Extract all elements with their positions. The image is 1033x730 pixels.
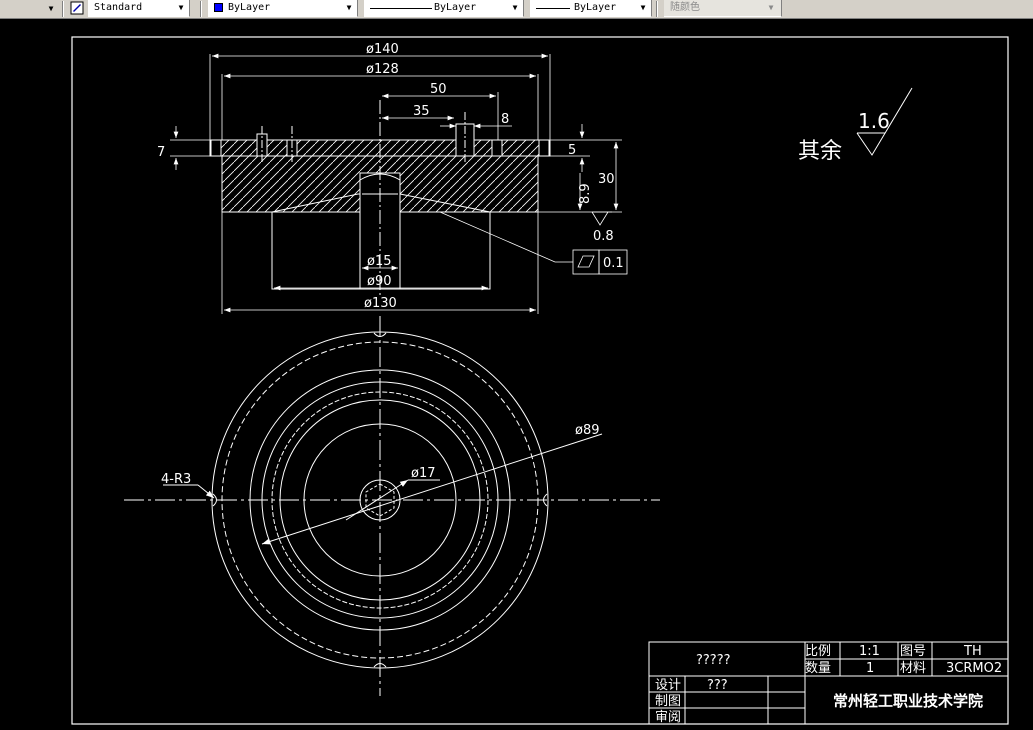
color-value: ByLayer: [228, 2, 271, 13]
material-value: 3CRMO2: [946, 661, 1002, 676]
design-value: ???: [707, 678, 728, 693]
drawing-no-label: 图号: [900, 644, 926, 659]
school-name: 常州轻工职业技术学院: [833, 692, 983, 710]
drawing-canvas[interactable]: ø140 ø128 50 35 8 7 5 30 8.9 ø15 ø90 ø13…: [0, 19, 1033, 730]
dim-5: 5: [568, 143, 576, 158]
design-label: 设计: [655, 678, 681, 693]
dim-d89: ø89: [575, 423, 600, 438]
title-block-text: ????? 比例 1:1 图号 TH 数量 1 材料 3CRMO2 设计 ???…: [655, 644, 1002, 725]
chevron-down-icon[interactable]: ▼: [342, 0, 356, 15]
roughness-note-text: 其余: [798, 139, 842, 164]
color-swatch-icon: [214, 3, 223, 12]
color-select[interactable]: ByLayer ▼: [208, 0, 358, 17]
dim-50: 50: [430, 82, 447, 97]
quantity-label: 数量: [805, 661, 831, 676]
quantity-value: 1: [866, 661, 874, 676]
linetype-value: ByLayer: [434, 2, 477, 13]
radius-note: 4-R3: [161, 472, 191, 487]
roughness-value: 1.6: [858, 109, 890, 133]
dim-d140: ø140: [366, 42, 399, 57]
dim-d130: ø130: [364, 296, 397, 311]
lineweight-value: ByLayer: [574, 2, 617, 13]
chevron-down-icon[interactable]: ▼: [764, 0, 778, 15]
dim-d90: ø90: [367, 274, 392, 289]
dropdown-arrow-icon[interactable]: ▼: [44, 1, 58, 16]
roughness-note: 其余 1.6: [798, 87, 913, 164]
plot-style-select[interactable]: 随颜色 ▼: [664, 0, 782, 17]
dim-30: 30: [598, 172, 615, 187]
dim-35: 35: [413, 104, 430, 119]
roughness-small: 0.8: [593, 229, 614, 244]
chevron-down-icon[interactable]: ▼: [636, 0, 650, 15]
toolbar-separator: [62, 1, 64, 17]
lineweight-preview: [536, 8, 570, 9]
toolbar-separator: [656, 1, 658, 17]
text-style-icon[interactable]: [70, 1, 84, 15]
part-name: ?????: [696, 653, 731, 668]
linetype-preview: [370, 8, 432, 9]
drafting-label: 制图: [655, 694, 681, 709]
properties-toolbar: ▼ Standard ▼ ByLayer ▼ ByLayer ▼ ByLayer…: [0, 0, 1033, 19]
plot-style-value: 随颜色: [670, 2, 700, 13]
scale-label: 比例: [805, 644, 831, 659]
dim-d17: ø17: [411, 466, 436, 481]
lineweight-select[interactable]: ByLayer ▼: [530, 0, 652, 17]
flatness-value: 0.1: [603, 256, 624, 271]
dim-8-9: 8.9: [578, 183, 593, 204]
dim-7: 7: [157, 145, 165, 160]
review-label: 审阅: [655, 710, 681, 725]
chevron-down-icon[interactable]: ▼: [508, 0, 522, 15]
text-style-select[interactable]: Standard ▼: [88, 0, 190, 17]
dim-8: 8: [501, 112, 509, 127]
text-style-value: Standard: [94, 2, 143, 13]
toolbar-separator: [200, 1, 202, 17]
dim-d128: ø128: [366, 62, 399, 77]
linetype-select[interactable]: ByLayer ▼: [364, 0, 524, 17]
drawing-no-value: TH: [963, 644, 982, 659]
dim-d15: ø15: [367, 254, 392, 269]
scale-value: 1:1: [859, 644, 880, 659]
material-label: 材料: [900, 661, 926, 676]
chevron-down-icon[interactable]: ▼: [174, 0, 188, 15]
top-view: [124, 316, 660, 696]
